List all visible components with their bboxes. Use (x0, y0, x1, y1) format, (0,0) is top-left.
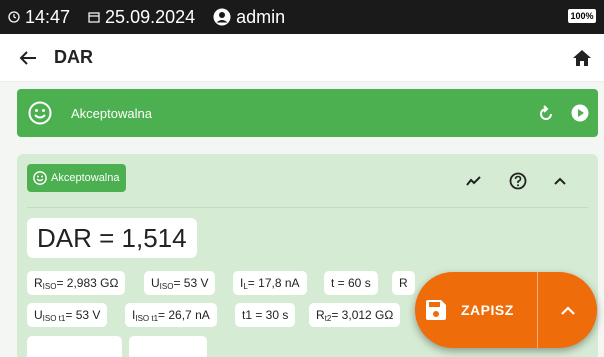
help-icon (509, 172, 527, 190)
expand-button[interactable] (538, 272, 597, 348)
param-t: t = 60 s (324, 271, 378, 295)
refresh-icon (540, 105, 552, 120)
save-fab: ZAPISZ (415, 272, 597, 348)
param-riso: R ISO = 2,983 GΩ (27, 271, 126, 295)
param-il: IL = 17,8 nA (233, 271, 307, 295)
chart-button[interactable] (463, 170, 485, 192)
smiley-icon (33, 171, 47, 185)
chip-label: Akceptowalna (51, 172, 120, 184)
home-button[interactable] (570, 46, 594, 70)
trend-icon (466, 176, 481, 186)
app-bar: DAR (0, 34, 604, 82)
collapse-button[interactable] (549, 170, 571, 192)
param-cutoff-1 (27, 336, 122, 357)
status-banner: Akceptowalna (17, 89, 598, 137)
param-iiso-t1: I ISO t1 = 26,7 nA (125, 303, 217, 327)
param-uiso-t1: U ISO t1 = 53 V (27, 303, 108, 327)
back-button[interactable] (16, 46, 40, 70)
result-status-chip: Akceptowalna (27, 164, 126, 192)
user-name: admin (236, 6, 286, 27)
banner-label: Akceptowalna (71, 105, 152, 121)
chevron-up-icon (554, 177, 566, 185)
date-text: 25.09.2024 (105, 6, 196, 27)
smiley-icon (27, 100, 53, 126)
play-circle-icon (571, 104, 589, 122)
arrow-left-icon (19, 50, 36, 65)
battery-indicator: 100% (568, 9, 596, 23)
help-button[interactable] (507, 170, 529, 192)
calendar-icon (88, 11, 100, 23)
time-display: 14:47 (8, 7, 70, 28)
start-button[interactable] (568, 101, 592, 125)
time-text: 14:47 (25, 6, 71, 27)
user-icon (213, 8, 231, 26)
param-t1: t1 = 30 s (235, 303, 296, 327)
save-label: ZAPISZ (461, 302, 514, 318)
chevron-up-icon (560, 305, 575, 315)
param-uiso: U ISO = 53 V (144, 271, 216, 295)
param-cutoff-2 (129, 336, 207, 357)
home-icon (573, 50, 591, 66)
save-button[interactable]: ZAPISZ (415, 272, 537, 348)
date-display: 25.09.2024 (88, 7, 195, 28)
repeat-button[interactable] (534, 101, 558, 125)
param-rt2: Rt2 = 3,012 GΩ (309, 303, 401, 327)
page-title: DAR (54, 47, 93, 67)
dar-result: DAR = 1,514 (27, 218, 197, 258)
param-r-partial: R (392, 271, 415, 295)
save-disk-icon (425, 299, 447, 321)
user-display: admin (213, 7, 285, 28)
status-bar: 14:47 25.09.2024 admin 100% (0, 0, 604, 34)
clock-icon (8, 11, 20, 23)
card-divider (27, 207, 588, 208)
